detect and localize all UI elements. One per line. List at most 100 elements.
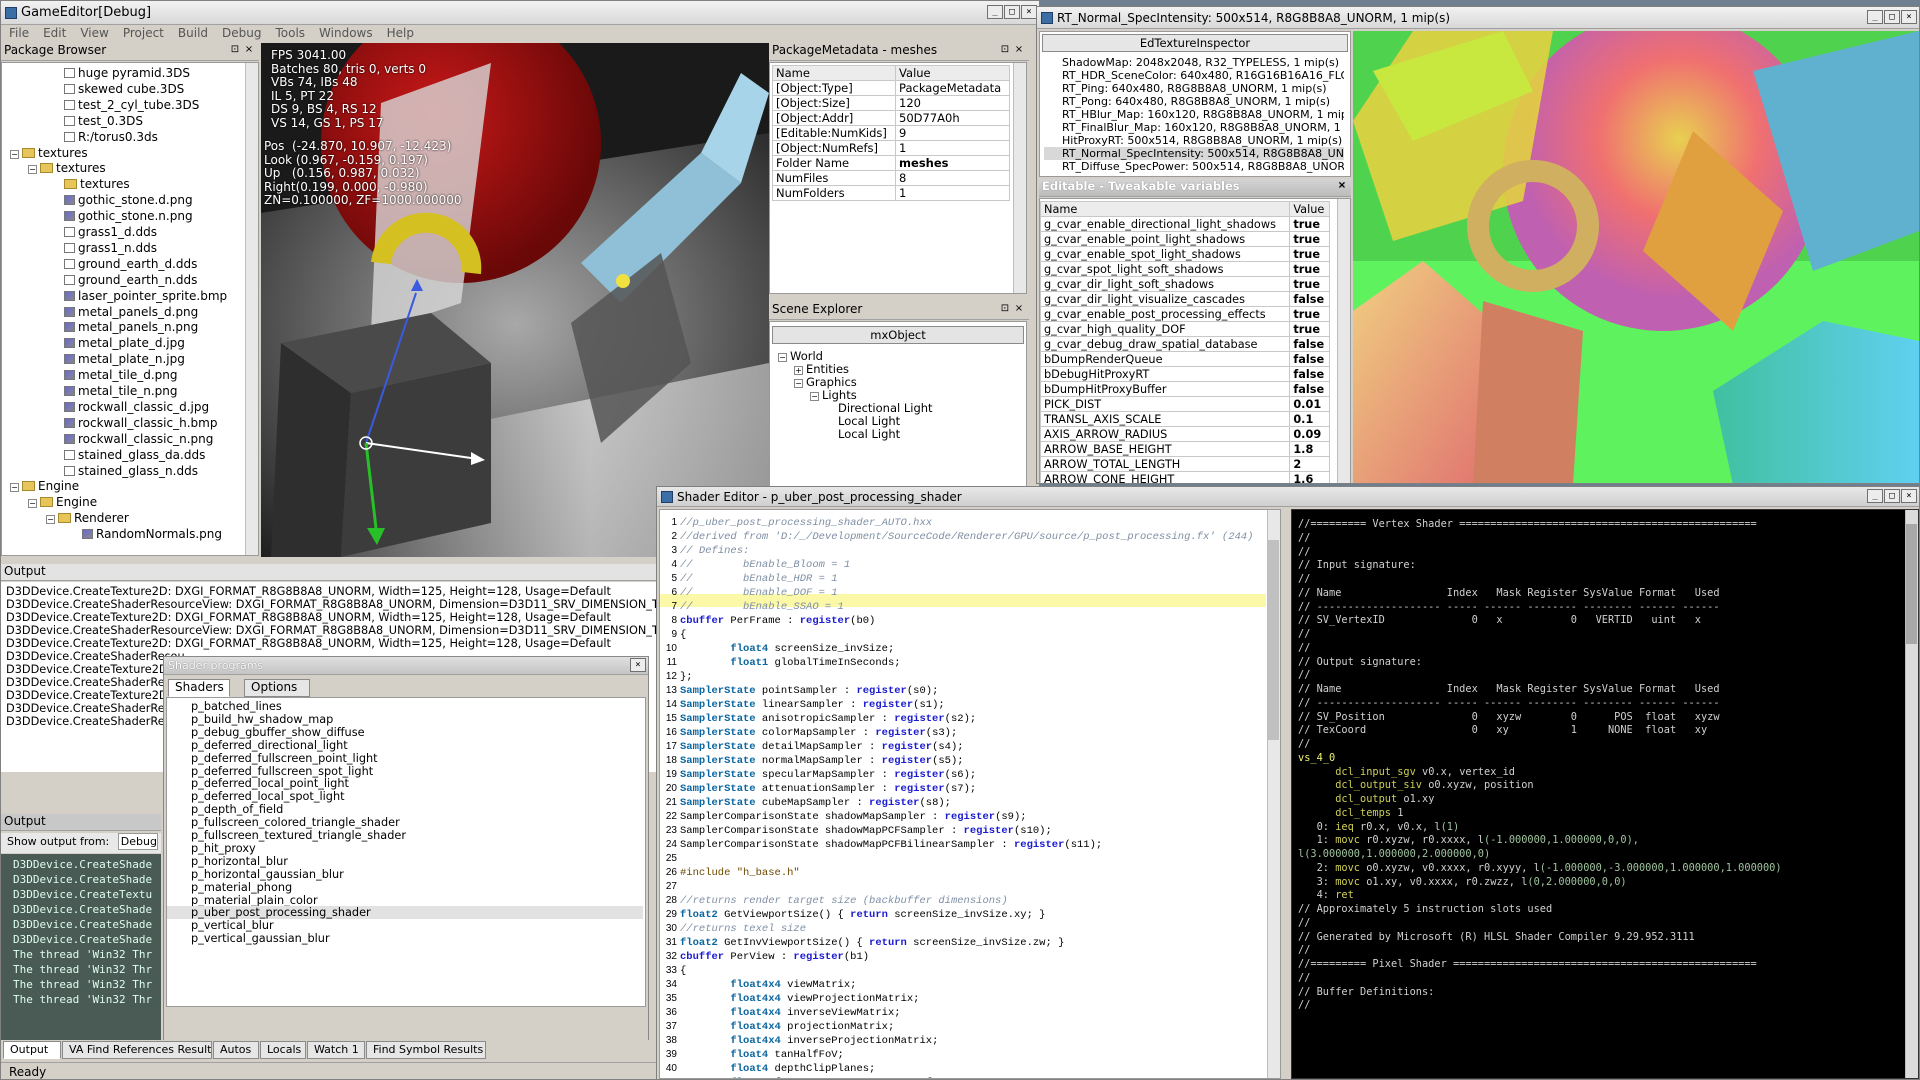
column-header[interactable]: Value xyxy=(1289,201,1330,217)
column-header[interactable]: Name xyxy=(771,65,897,81)
close-icon[interactable]: × xyxy=(1013,303,1025,315)
source-scroll-thumb[interactable] xyxy=(1268,540,1279,740)
close-icon[interactable]: × xyxy=(1336,180,1348,192)
render-target-item[interactable]: RT_Ping: 640x480, R8G8B8A8_UNORM, 1 mip(… xyxy=(1044,82,1344,95)
grid-row[interactable]: [Object:Addr] 50D77A0h xyxy=(771,110,1010,126)
grid-row[interactable]: g_cvar_dir_light_soft_shadows true xyxy=(1040,276,1330,292)
texture-titlebar[interactable]: RT_Normal_SpecIntensity: 500x514, R8G8B8… xyxy=(1037,7,1919,29)
close-button[interactable]: × xyxy=(1021,5,1037,19)
package-item[interactable]: − Renderer xyxy=(46,510,129,526)
show-output-select[interactable]: Debug xyxy=(117,833,158,850)
package-item[interactable]: test_2_cyl_tube.3DS xyxy=(64,97,199,113)
grid-row[interactable]: bDebugHitProxyRT false xyxy=(1040,366,1330,382)
expand-icon[interactable]: − xyxy=(28,499,37,509)
menu-debug[interactable]: Debug xyxy=(222,25,261,42)
package-item[interactable]: RandomNormals.png xyxy=(82,526,222,542)
grid-row[interactable]: ARROW_TOTAL_LENGTH 2 xyxy=(1040,456,1330,472)
tweakables-scrollbar[interactable] xyxy=(1337,199,1350,483)
render-target-item[interactable]: HitProxyRT: 500x514, R8G8B8A8_UNORM, 1 m… xyxy=(1044,134,1344,147)
grid-row[interactable]: [Object:Size] 120 xyxy=(771,95,1010,111)
expand-icon[interactable]: − xyxy=(794,379,803,388)
minimize-button[interactable]: _ xyxy=(1867,489,1883,503)
bottom-tab[interactable]: Locals xyxy=(260,1041,306,1059)
shader-program-item[interactable]: p_deferred_local_point_light xyxy=(167,777,643,790)
render-target-item[interactable]: RT_Pong: 640x480, R8G8B8A8_UNORM, 1 mip(… xyxy=(1044,95,1344,108)
close-button[interactable]: × xyxy=(1901,489,1917,503)
grid-row[interactable]: [Object:NumRefs] 1 xyxy=(771,140,1010,156)
light-bulb-icon[interactable] xyxy=(616,274,630,288)
property-value[interactable]: false xyxy=(1289,366,1330,382)
shader-program-item[interactable]: p_uber_post_processing_shader xyxy=(167,906,643,920)
main-titlebar[interactable]: GameEditor[Debug] _ □ × xyxy=(1,1,1039,25)
grid-row[interactable]: g_cvar_dir_light_visualize_cascades false xyxy=(1040,291,1330,307)
grid-row[interactable]: NumFiles 8 xyxy=(771,170,1010,186)
scene-viewport[interactable]: FPS 3041.00 Batches 80, tris 0, verts 0 VB… xyxy=(261,43,769,557)
bottom-tab[interactable]: Autos xyxy=(213,1041,259,1059)
minimize-button[interactable]: _ xyxy=(1867,10,1883,24)
package-item[interactable]: metal_plate_d.jpg xyxy=(64,335,185,351)
package-item[interactable]: huge pyramid.3DS xyxy=(64,65,190,81)
property-value[interactable]: true xyxy=(1289,306,1330,322)
mxobject-button[interactable]: mxObject xyxy=(772,326,1024,344)
package-item[interactable]: ground_earth_d.dds xyxy=(64,256,197,272)
pin-icon[interactable]: ⊡ xyxy=(229,44,241,56)
package-item[interactable]: metal_tile_n.png xyxy=(64,383,177,399)
close-icon[interactable]: × xyxy=(243,44,255,56)
minimize-button[interactable]: _ xyxy=(987,5,1003,19)
shader-program-item[interactable]: p_deferred_fullscreen_spot_light xyxy=(167,765,643,778)
package-item[interactable]: metal_plate_n.jpg xyxy=(64,351,185,367)
property-value[interactable]: 1.6 xyxy=(1289,471,1330,483)
menu-view[interactable]: View xyxy=(80,25,108,42)
package-item[interactable]: metal_tile_d.png xyxy=(64,367,178,383)
property-value[interactable]: 9 xyxy=(895,125,1010,141)
bottom-tab[interactable]: Output xyxy=(3,1041,61,1059)
grid-row[interactable]: [Editable:NumKids] 9 xyxy=(771,125,1010,141)
property-value[interactable]: 0.09 xyxy=(1289,426,1330,442)
package-item[interactable]: − Engine xyxy=(28,494,97,510)
shader-program-item[interactable]: p_material_phong xyxy=(167,881,643,894)
property-value[interactable]: false xyxy=(1289,336,1330,352)
grid-row[interactable]: NumFolders 1 xyxy=(771,185,1010,201)
shader-program-item[interactable]: p_build_hw_shadow_map xyxy=(167,713,643,726)
render-target-item[interactable]: RT_Diffuse_SpecPower: 500x514, R8G8B8A8_… xyxy=(1044,160,1344,173)
menu-windows[interactable]: Windows xyxy=(319,25,373,42)
menu-project[interactable]: Project xyxy=(123,25,164,42)
disassembly-scroll-thumb[interactable] xyxy=(1906,524,1917,644)
pin-icon[interactable]: ⊡ xyxy=(999,44,1011,56)
property-value[interactable]: 2 xyxy=(1289,456,1330,472)
metadata-scrollbar[interactable] xyxy=(1013,63,1026,293)
package-item[interactable]: gothic_stone.n.png xyxy=(64,208,193,224)
menu-help[interactable]: Help xyxy=(387,25,414,42)
package-item[interactable]: skewed cube.3DS xyxy=(64,81,184,97)
shader-program-item[interactable]: p_depth_of_field xyxy=(167,803,643,816)
shader-program-item[interactable]: p_horizontal_gaussian_blur xyxy=(167,868,643,881)
property-value[interactable]: true xyxy=(1289,276,1330,292)
grid-row[interactable]: g_cvar_high_quality_DOF true xyxy=(1040,321,1330,337)
package-item[interactable]: rockwall_classic_d.jpg xyxy=(64,399,209,415)
render-target-item[interactable]: RT_HBlur_Map: 160x120, R8G8B8A8_UNORM, 1… xyxy=(1044,108,1344,121)
grid-row[interactable]: TRANSL_AXIS_SCALE 0.1 xyxy=(1040,411,1330,427)
grid-row[interactable]: AXIS_ARROW_RADIUS 0.09 xyxy=(1040,426,1330,442)
texture-inspector-button[interactable]: EdTextureInspector xyxy=(1042,34,1348,52)
render-target-preview[interactable] xyxy=(1353,31,1919,483)
grid-row[interactable]: g_cvar_enable_spot_light_shadows true xyxy=(1040,246,1330,262)
render-target-item[interactable]: RT_Normal_SpecIntensity: 500x514, R8G8B8… xyxy=(1044,147,1344,160)
shader-editor-titlebar[interactable]: Shader Editor - p_uber_post_processing_s… xyxy=(657,487,1919,507)
shader-program-item[interactable]: p_deferred_fullscreen_point_light xyxy=(167,752,643,765)
menu-build[interactable]: Build xyxy=(178,25,208,42)
expand-icon[interactable]: − xyxy=(810,392,819,401)
package-item[interactable]: gothic_stone.d.png xyxy=(64,192,193,208)
expand-icon[interactable]: − xyxy=(28,165,37,175)
property-value[interactable]: 1 xyxy=(895,185,1010,201)
close-button[interactable]: × xyxy=(630,658,646,672)
scene-node[interactable]: Local Light xyxy=(826,428,900,441)
menu-file[interactable]: File xyxy=(9,25,29,42)
grid-row[interactable]: Folder Name meshes xyxy=(771,155,1010,171)
package-item[interactable]: test_0.3DS xyxy=(64,113,143,129)
expand-icon[interactable]: − xyxy=(10,149,19,159)
grid-row[interactable]: g_cvar_spot_light_soft_shadows true xyxy=(1040,261,1330,277)
bottom-tab[interactable]: Find Symbol Results xyxy=(366,1041,486,1059)
property-value[interactable]: 0.01 xyxy=(1289,396,1330,412)
shader-program-item[interactable]: p_fullscreen_textured_triangle_shader xyxy=(167,829,643,842)
close-button[interactable]: × xyxy=(1901,10,1917,24)
